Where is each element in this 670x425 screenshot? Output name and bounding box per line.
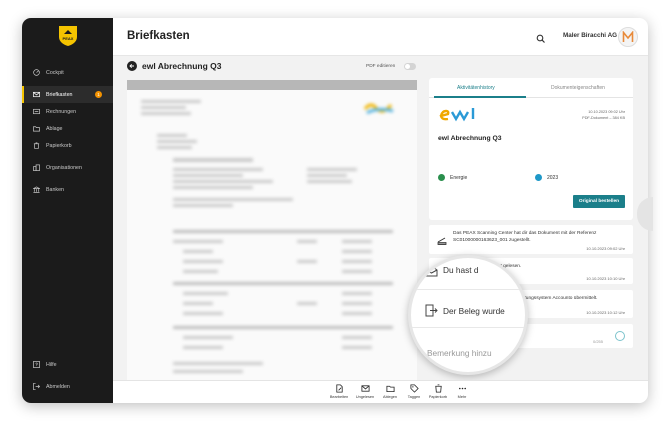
detail-tabs: Aktivitätenhistory Dokumenteigenschaften: [429, 78, 633, 98]
edit-icon: [335, 384, 343, 393]
edit-button[interactable]: Bearbeiten: [326, 384, 352, 399]
organization-icon: [32, 164, 40, 172]
sidebar-nav: Cockpit Briefkasten 1 Rechnungen Ablage …: [22, 64, 113, 198]
document-header: ewl Abrechnung Q3 PDF editieren: [127, 61, 419, 75]
order-original-button[interactable]: Original bestellen: [573, 195, 625, 208]
trash-button[interactable]: Papierkorb: [425, 384, 451, 399]
sidebar-item-banken[interactable]: Banken: [22, 181, 113, 198]
sidebar-item-cockpit[interactable]: Cockpit: [22, 64, 113, 81]
tag-button[interactable]: Taggen: [401, 384, 427, 399]
svg-text:PEAX: PEAX: [63, 36, 74, 41]
activity-time: 10.10.2023 10:12 Uhr: [586, 310, 625, 315]
lens-text: Bemerkung hinzu: [427, 348, 492, 358]
sidebar-item-label: Abmelden: [46, 383, 70, 390]
sidebar-item-label: Hilfe: [46, 361, 57, 368]
toolbar-label: Ungelesen: [355, 395, 375, 399]
more-icon: [458, 387, 466, 390]
trash-icon: [434, 384, 442, 393]
help-icon: [32, 361, 40, 369]
tag-label: Energie: [450, 174, 468, 181]
magnifier-lens: Du hast d Der Beleg wurde Bemerkung hinz…: [408, 255, 528, 375]
document-name: ewl Abrechnung Q3: [438, 135, 502, 142]
sidebar-item-label: Briefkasten: [46, 91, 73, 98]
tag-dot: [535, 174, 542, 181]
sidebar-item-label: Rechnungen: [46, 108, 77, 115]
blurred-document-content: [127, 90, 417, 380]
lens-text: Der Beleg wurde: [443, 306, 505, 316]
company-name[interactable]: Maler Biracchi AG: [563, 32, 617, 39]
mail-icon: [32, 91, 40, 99]
sidebar-item-hilfe[interactable]: Hilfe: [22, 356, 113, 373]
toolbar-label: Ablegen: [383, 395, 397, 399]
mail-icon: [360, 385, 370, 392]
sidebar: PEAX Cockpit Briefkasten 1 Rechnungen Ab…: [22, 18, 113, 403]
lens-text: Du hast d: [443, 265, 479, 275]
app-window: PEAX Cockpit Briefkasten 1 Rechnungen Ab…: [22, 18, 648, 403]
sidebar-bottom: Hilfe Abmelden: [22, 356, 113, 395]
top-header: Briefkasten Maler Biracchi AG: [113, 18, 648, 56]
sidebar-item-label: Ablage: [46, 125, 63, 132]
remark-counter: 0/255: [592, 339, 603, 344]
activity-item: Das PEAX Scanning Center hat dir das Dok…: [429, 225, 633, 254]
active-tab-indicator: [434, 96, 526, 98]
tag-icon: [409, 384, 419, 393]
sidebar-item-ablage[interactable]: Ablage: [22, 120, 113, 137]
folder-icon: [385, 385, 395, 393]
unread-badge: 1: [95, 91, 102, 98]
toolbar-label: Taggen: [407, 395, 421, 399]
lens-row: Du hast d: [411, 258, 525, 290]
bank-icon: [32, 186, 40, 194]
envelope-open-icon: [425, 264, 438, 282]
logout-icon: [32, 383, 40, 391]
lens-row: Der Beleg wurde: [411, 294, 525, 328]
toolbar-label: Bearbeiten: [329, 395, 349, 399]
transfer-icon: [425, 304, 438, 322]
trash-icon: [32, 142, 40, 150]
folder-icon: [32, 125, 40, 133]
lens-row: Bemerkung hinzu: [411, 338, 525, 372]
sidebar-item-label: Papierkorb: [46, 142, 72, 149]
document-toolbar: Bearbeiten Ungelesen Ablegen Taggen Papi…: [113, 380, 648, 403]
remark-submit-icon[interactable]: [615, 331, 625, 341]
tag-dot: [438, 174, 445, 181]
sidebar-item-label: Cockpit: [46, 69, 64, 76]
sidebar-item-abmelden[interactable]: Abmelden: [22, 378, 113, 395]
tag-energie[interactable]: Energie: [438, 174, 467, 181]
sender-logo: [438, 106, 482, 129]
activity-text: Das PEAX Scanning Center hat dir das Dok…: [453, 231, 597, 243]
search-icon[interactable]: [536, 31, 546, 43]
pdf-edit-toggle[interactable]: [404, 63, 416, 70]
file-button[interactable]: Ablegen: [377, 384, 403, 399]
tag-label: 2023: [547, 174, 559, 181]
invoice-icon: [32, 108, 40, 116]
sidebar-item-briefkasten[interactable]: Briefkasten 1: [22, 86, 113, 103]
peax-logo[interactable]: PEAX: [58, 25, 78, 47]
back-arrow-icon[interactable]: [127, 61, 137, 71]
more-button[interactable]: Mehr: [449, 384, 475, 399]
activity-time: 10.10.2023 09:02 Uhr: [586, 246, 625, 251]
page-title: Briefkasten: [127, 30, 190, 42]
document-info-card: Aktivitätenhistory Dokumenteigenschaften…: [429, 78, 633, 220]
sidebar-item-label: Banken: [46, 186, 64, 193]
mark-unread-button[interactable]: Ungelesen: [352, 384, 378, 399]
sidebar-item-papierkorb[interactable]: Papierkorb: [22, 137, 113, 154]
tag-2023[interactable]: 2023: [535, 174, 558, 181]
activity-time: 10.10.2023 10:10 Uhr: [586, 276, 625, 281]
toolbar-label: Mehr: [457, 395, 467, 399]
gauge-icon: [32, 69, 40, 77]
sidebar-item-organisationen[interactable]: Organisationen: [22, 159, 113, 176]
file-info: PDF-Dokument – 384 KB: [582, 116, 625, 120]
sidebar-item-label: Organisationen: [46, 164, 82, 171]
avatar[interactable]: [618, 27, 638, 47]
pdf-edit-label: PDF editieren: [366, 64, 396, 69]
tab-document-properties[interactable]: Dokumenteigenschaften: [551, 85, 605, 91]
tab-activity-history[interactable]: Aktivitätenhistory: [457, 85, 495, 91]
toolbar-label: Papierkorb: [428, 395, 448, 399]
document-preview[interactable]: [127, 80, 417, 380]
document-meta: 10.10.2023 09:02 Uhr PDF-Dokument – 384 …: [582, 109, 625, 121]
sidebar-item-rechnungen[interactable]: Rechnungen: [22, 103, 113, 120]
document-title: ewl Abrechnung Q3: [142, 61, 222, 71]
scanner-icon: [437, 233, 447, 245]
